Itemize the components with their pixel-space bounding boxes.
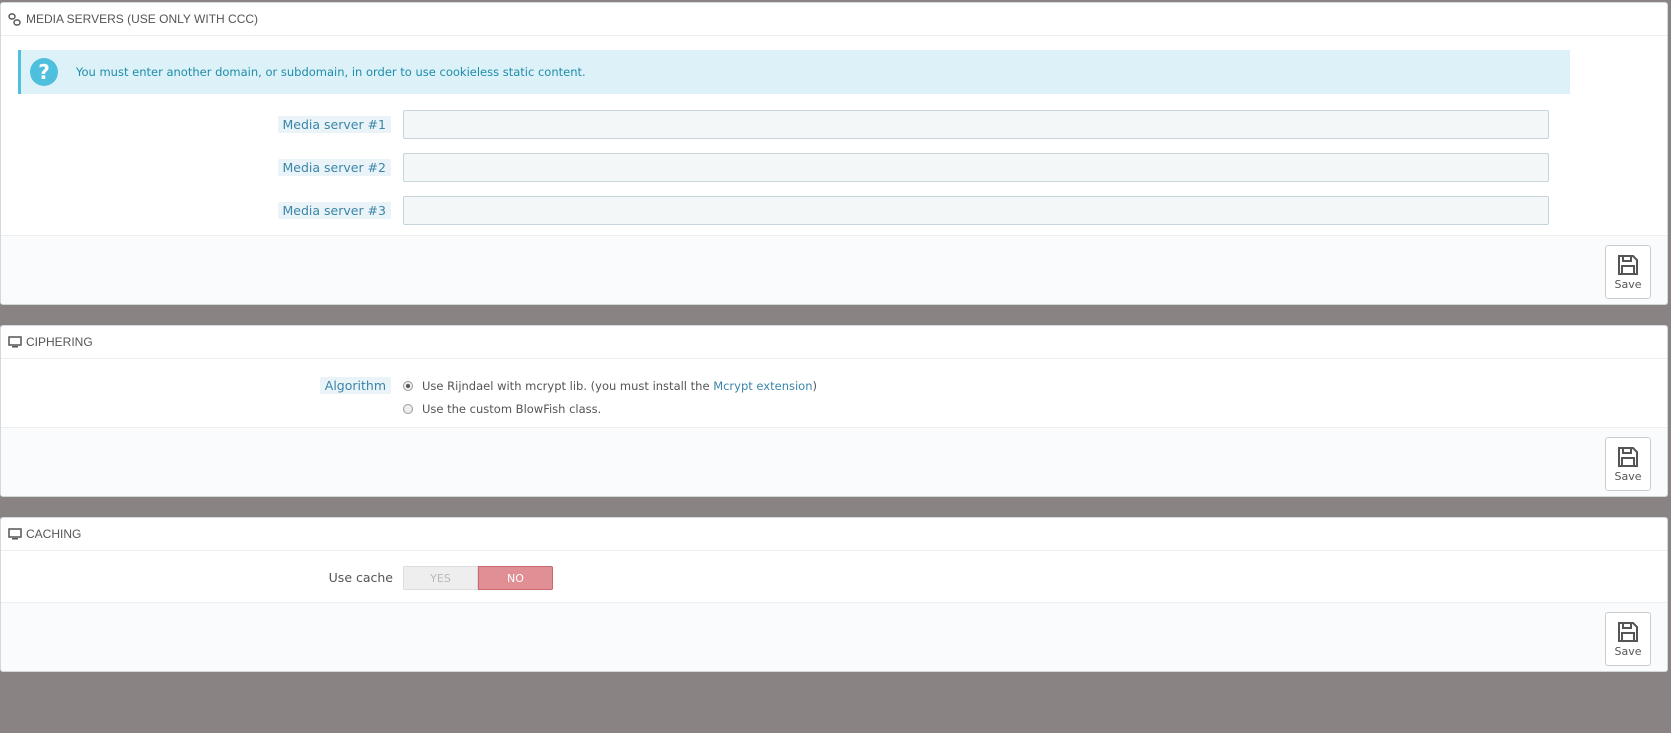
toggle-yes[interactable]: YES <box>403 566 478 590</box>
ciphering-footer: Save <box>1 427 1667 496</box>
save-label: Save <box>1614 469 1642 483</box>
alert-text: You must enter another domain, or subdom… <box>76 65 586 79</box>
save-label: Save <box>1614 277 1642 291</box>
ciphering-title: CIPHERING <box>26 335 93 349</box>
use-cache-label: Use cache <box>328 570 393 585</box>
floppy-icon <box>1618 446 1638 467</box>
media-server-2-label: Media server #2 <box>277 159 391 176</box>
save-label: Save <box>1614 644 1642 658</box>
caching-heading: CACHING <box>1 518 1667 551</box>
media-servers-heading: MEDIA SERVERS (USE ONLY WITH CCC) <box>1 3 1667 36</box>
floppy-icon <box>1618 621 1638 642</box>
radio-blowfish-text: Use the custom BlowFish class. <box>422 402 602 416</box>
save-button[interactable]: Save <box>1605 245 1651 299</box>
ciphering-panel: CIPHERING Algorithm Use Rijndael with mc… <box>0 325 1668 497</box>
caching-panel: CACHING Use cache YES NO Save <box>0 517 1668 672</box>
monitor-icon <box>8 335 22 349</box>
caching-footer: Save <box>1 602 1667 671</box>
media-server-2-input[interactable] <box>403 153 1549 182</box>
media-servers-title: MEDIA SERVERS (USE ONLY WITH CCC) <box>26 12 259 26</box>
media-server-1-input[interactable] <box>403 110 1549 139</box>
floppy-icon <box>1618 254 1638 275</box>
ciphering-heading: CIPHERING <box>1 326 1667 359</box>
monitor-icon <box>8 527 22 541</box>
mcrypt-extension-link[interactable]: Mcrypt extension <box>713 379 812 393</box>
radio-blowfish-input[interactable] <box>403 404 413 414</box>
caching-title: CACHING <box>26 527 82 541</box>
toggle-no[interactable]: NO <box>478 566 553 590</box>
save-button[interactable]: Save <box>1605 437 1651 491</box>
media-server-3-input[interactable] <box>403 196 1549 225</box>
media-server-3-label: Media server #3 <box>277 202 391 219</box>
use-cache-toggle[interactable]: YES NO <box>403 566 553 590</box>
media-servers-panel: MEDIA SERVERS (USE ONLY WITH CCC) ? You … <box>0 2 1668 305</box>
algorithm-label: Algorithm <box>319 377 391 394</box>
info-alert: ? You must enter another domain, or subd… <box>18 50 1570 94</box>
question-icon: ? <box>30 58 58 86</box>
save-button[interactable]: Save <box>1605 612 1651 666</box>
media-servers-footer: Save <box>1 235 1667 304</box>
radio-rijndael-input[interactable] <box>403 381 413 391</box>
radio-rijndael[interactable]: Use Rijndael with mcrypt lib. (you must … <box>403 379 817 393</box>
media-server-1-label: Media server #1 <box>277 116 391 133</box>
link-icon <box>8 12 22 26</box>
radio-blowfish[interactable]: Use the custom BlowFish class. <box>403 402 601 416</box>
radio-rijndael-text: Use Rijndael with mcrypt lib. (you must … <box>422 379 817 393</box>
